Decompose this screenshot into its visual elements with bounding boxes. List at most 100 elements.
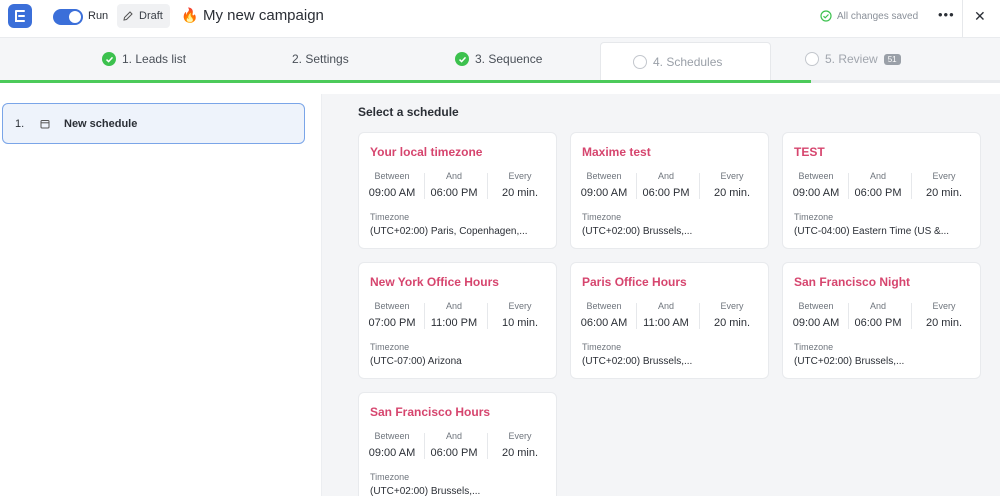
top-bar: Run Draft 🔥 My new campaign All changes … — [0, 0, 1000, 37]
step-label: 5. Review — [825, 52, 878, 66]
step-sequence[interactable]: 3. Sequence — [455, 38, 542, 80]
timezone-value: (UTC+02:00) Brussels,... — [370, 486, 481, 496]
schedule-card[interactable]: Maxime test Between 09:00 AM And 06:00 PM Eve… — [570, 132, 769, 249]
and-label: And — [657, 171, 674, 181]
timezone-label: Timezone — [582, 342, 622, 352]
schedule-card-title: Maxime test — [582, 145, 651, 159]
step-label: 3. Sequence — [475, 52, 543, 66]
between-value: 09:00 AM — [368, 187, 416, 199]
campaign-stepper: 1. Leads list 2. Settings 3. Sequence 4.… — [0, 37, 1000, 83]
and-value: 11:00 AM — [643, 317, 689, 329]
schedule-card[interactable]: TEST Between 09:00 AM And 06:00 PM Every 20 mi… — [782, 132, 981, 249]
time-column-every: Every 20 min. — [490, 171, 550, 199]
time-column-between: Between 09:00 AM — [786, 301, 846, 329]
campaign-title[interactable]: My new campaign — [203, 7, 324, 24]
every-label: Every — [932, 171, 956, 181]
more-options-button[interactable]: ••• — [938, 7, 955, 22]
column-divider — [487, 173, 488, 199]
every-value: 20 min. — [501, 187, 539, 199]
timezone-label: Timezone — [794, 212, 834, 222]
schedule-card[interactable]: Your local timezone Between 09:00 AM And 06:… — [358, 132, 557, 249]
schedule-card[interactable]: San Francisco Hours Between 09:00 AM And 06:… — [358, 392, 557, 496]
time-column-and: And 06:00 PM — [424, 171, 484, 199]
time-column-and: And 06:00 PM — [424, 431, 484, 459]
review-count-badge: 51 — [883, 53, 901, 65]
schedule-list-panel: 1. New schedule — [0, 94, 322, 496]
schedule-card[interactable]: San Francisco Night Between 09:00 AM And 06:… — [782, 262, 981, 379]
time-column-between: Between 06:00 AM — [574, 301, 634, 329]
draft-button[interactable]: Draft — [117, 4, 170, 28]
between-label: Between — [586, 171, 622, 181]
close-button[interactable]: ✕ — [974, 8, 986, 25]
and-label: And — [657, 301, 674, 311]
time-column-and: And 06:00 PM — [636, 171, 696, 199]
schedule-times: Between 09:00 AM And 06:00 PM Every 20 min. — [359, 171, 558, 201]
timezone-value: (UTC+02:00) Brussels,... — [582, 226, 693, 237]
between-label: Between — [374, 431, 410, 441]
schedule-card-title: Paris Office Hours — [582, 275, 687, 289]
step-review[interactable]: 5. Review 51 — [805, 38, 901, 80]
app-logo-icon[interactable] — [8, 4, 32, 28]
every-value: 20 min. — [925, 187, 963, 199]
run-toggle[interactable] — [53, 9, 83, 25]
schedule-times: Between 09:00 AM And 06:00 PM Every 20 min. — [783, 301, 982, 331]
step-settings[interactable]: 2. Settings — [292, 38, 349, 80]
between-label: Between — [798, 171, 834, 181]
column-divider — [699, 173, 700, 199]
pencil-icon — [123, 11, 133, 21]
schedule-times: Between 07:00 PM And 11:00 PM Every 10 min. — [359, 301, 558, 331]
between-value: 09:00 AM — [792, 317, 840, 329]
step-label: 4. Schedules — [653, 54, 723, 69]
time-column-between: Between 09:00 AM — [362, 431, 422, 459]
every-label: Every — [508, 431, 532, 441]
every-label: Every — [932, 301, 956, 311]
time-column-between: Between 07:00 PM — [362, 301, 422, 329]
and-value: 06:00 PM — [854, 187, 902, 199]
time-column-every: Every 10 min. — [490, 301, 550, 329]
progress-bar-fill — [0, 80, 811, 83]
schedule-card[interactable]: Paris Office Hours Between 06:00 AM And 11:0… — [570, 262, 769, 379]
time-column-and: And 06:00 PM — [848, 171, 908, 199]
schedule-card[interactable]: New York Office Hours Between 07:00 PM And 1… — [358, 262, 557, 379]
timezone-value: (UTC+02:00) Brussels,... — [794, 356, 905, 367]
schedule-card-title: San Francisco Hours — [370, 405, 491, 419]
every-label: Every — [508, 301, 532, 311]
between-value: 06:00 AM — [580, 317, 628, 329]
time-column-between: Between 09:00 AM — [786, 171, 846, 199]
between-value: 07:00 PM — [368, 317, 416, 329]
every-value: 20 min. — [713, 317, 751, 329]
column-divider — [487, 303, 488, 329]
and-value: 06:00 PM — [430, 447, 478, 459]
and-label: And — [445, 171, 462, 181]
timezone-label: Timezone — [370, 472, 410, 482]
and-label: And — [869, 301, 886, 311]
and-value: 06:00 PM — [430, 187, 478, 199]
timezone-value: (UTC-04:00) Eastern Time (US &... — [794, 226, 950, 237]
check-icon — [102, 52, 116, 66]
every-value: 20 min. — [713, 187, 751, 199]
every-label: Every — [720, 301, 744, 311]
progress-bar-track — [811, 80, 1000, 83]
schedule-times: Between 09:00 AM And 06:00 PM Every 20 min. — [359, 431, 558, 461]
between-label: Between — [374, 171, 410, 181]
step-leads-list[interactable]: 1. Leads list — [102, 38, 186, 80]
time-column-and: And 11:00 AM — [636, 301, 696, 329]
column-divider — [487, 433, 488, 459]
step-label: 2. Settings — [292, 52, 349, 66]
and-label: And — [445, 301, 462, 311]
timezone-value: (UTC-07:00) Arizona — [370, 356, 462, 367]
timezone-label: Timezone — [582, 212, 622, 222]
time-column-every: Every 20 min. — [490, 431, 550, 459]
save-status-label: All changes saved — [837, 10, 919, 22]
step-schedules[interactable]: 4. Schedules — [600, 42, 771, 80]
schedule-list-item[interactable]: 1. New schedule — [2, 103, 305, 144]
timezone-value: (UTC+02:00) Paris, Copenhagen,... — [370, 226, 528, 237]
between-label: Between — [374, 301, 410, 311]
check-icon — [455, 52, 469, 66]
timezone-value: (UTC+02:00) Brussels,... — [582, 356, 693, 367]
step-label: 1. Leads list — [122, 52, 187, 66]
column-divider — [911, 303, 912, 329]
empty-circle-icon — [805, 52, 819, 66]
calendar-icon — [40, 120, 50, 129]
time-column-between: Between 09:00 AM — [362, 171, 422, 199]
